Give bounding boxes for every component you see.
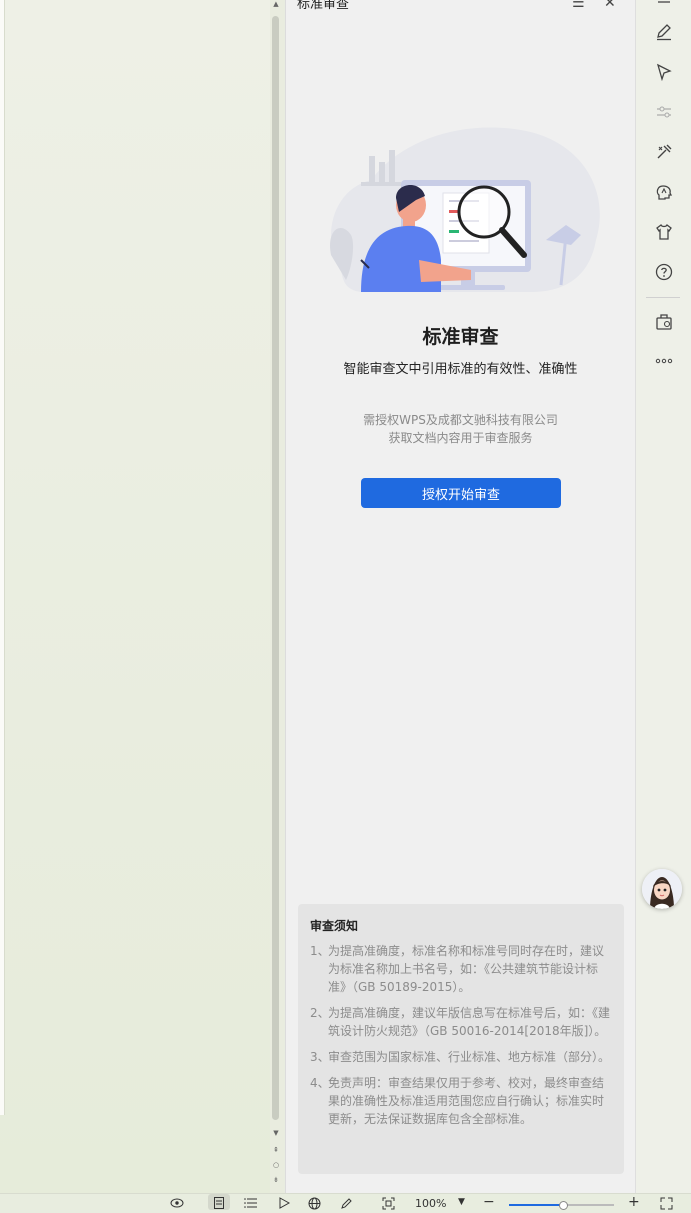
notice-item: 4、 免责声明：审查结果仅用于参考、校对，最终审查结果的准确性及标准适用范围您应… [310,1074,610,1128]
globe-icon[interactable] [308,1197,321,1213]
notice-item: 2、 为提高准确度，建议年版信息写在标准号后，如：《建筑设计防火规范》（GB 5… [310,1004,610,1040]
zoom-in-icon[interactable]: + [628,1194,640,1210]
close-icon[interactable]: ✕ [604,0,616,11]
notice-item-number: 4、 [310,1076,330,1090]
right-toolbar [635,0,691,1193]
authorization-note-line1: 需授权WPS及成都文驰科技有限公司 [363,413,558,427]
notice-item-text: 为提高准确度，建议年版信息写在标准号后，如：《建筑设计防火规范》（GB 5001… [328,1006,611,1038]
zoom-dropdown-icon[interactable]: ▼ [458,1197,465,1207]
pen-icon[interactable] [654,22,674,42]
zoom-out-icon[interactable]: − [483,1194,495,1210]
toolbar-divider [646,297,680,298]
briefcase-icon[interactable] [654,312,674,332]
scroll-down-icon[interactable]: ▼ [271,1129,281,1137]
tools-icon[interactable] [654,142,674,162]
notice-item-text: 免责声明：审查结果仅用于参考、校对，最终审查结果的准确性及标准适用范围您应自行确… [328,1076,605,1126]
fullscreen-icon[interactable] [660,1197,673,1213]
help-icon[interactable] [654,262,674,282]
notice-item: 1、 为提高准确度，标准名称和标准号同时存在时，建议为标准名称加上书名号，如：《… [310,942,610,996]
fit-page-icon[interactable] [382,1197,395,1213]
zoom-level[interactable]: 100% [415,1197,446,1210]
authorize-start-review-button[interactable]: 授权开始审查 [361,478,561,508]
top-partial-icon[interactable] [654,0,674,8]
notice-list: 1、 为提高准确度，标准名称和标准号同时存在时，建议为标准名称加上书名号，如：《… [310,942,610,1136]
review-illustration [330,127,600,292]
notice-item: 3、 审查范围为国家标准、行业标准、地方标准（部分）。 [310,1048,610,1066]
subtitle: 智能审查文中引用标准的有效性、准确性 [343,362,578,377]
adjust-icon[interactable] [654,102,674,122]
notice-item-number: 2、 [310,1006,330,1020]
shirt-icon[interactable] [654,222,674,242]
zoom-slider-fill [509,1204,562,1206]
document-canvas[interactable] [0,0,270,1195]
notice-item-text: 审查范围为国家标准、行业标准、地方标准（部分）。 [328,1050,611,1064]
more-icon[interactable] [654,351,674,371]
status-bar: 100% ▼ − + [0,1193,691,1210]
brain-icon[interactable] [654,182,674,202]
notice-item-text: 为提高准确度，标准名称和标准号同时存在时，建议为标准名称加上书名号，如：《公共建… [328,944,605,994]
notice-item-number: 3、 [310,1050,330,1064]
page-view-icon[interactable] [208,1194,230,1210]
assistant-avatar[interactable] [642,869,682,909]
scroll-up-icon[interactable]: ▲ [271,0,281,8]
main-title: 标准审查 [422,326,499,348]
standard-review-panel: 标准审查 ☰ ✕ 标准审查 智能审查文中引用标准的有效性、准确性 需授权WPS及… [285,0,635,1193]
play-icon[interactable] [278,1197,291,1212]
prev-page-icon[interactable]: ⇞ [271,1146,281,1154]
eye-icon[interactable] [170,1197,184,1212]
select-browse-icon[interactable]: ○ [271,1161,281,1169]
outline-view-icon[interactable] [244,1197,258,1212]
next-page-icon[interactable]: ⇟ [271,1176,281,1184]
menu-icon[interactable]: ☰ [572,0,585,11]
notice-item-number: 1、 [310,944,330,958]
select-icon[interactable] [654,62,674,82]
authorization-note-line2: 获取文档内容用于审查服务 [388,431,533,445]
page-edge [0,0,5,1115]
panel-title: 标准审查 [297,0,350,12]
edit-pen-icon[interactable] [340,1197,353,1213]
scroll-thumb[interactable] [272,16,279,1120]
notice-title: 审查须知 [310,919,359,933]
vertical-scrollbar[interactable]: ▲ ▼ ⇞ ○ ⇟ [270,0,284,1195]
review-notice-box: 审查须知 1、 为提高准确度，标准名称和标准号同时存在时，建议为标准名称加上书名… [298,904,624,1174]
